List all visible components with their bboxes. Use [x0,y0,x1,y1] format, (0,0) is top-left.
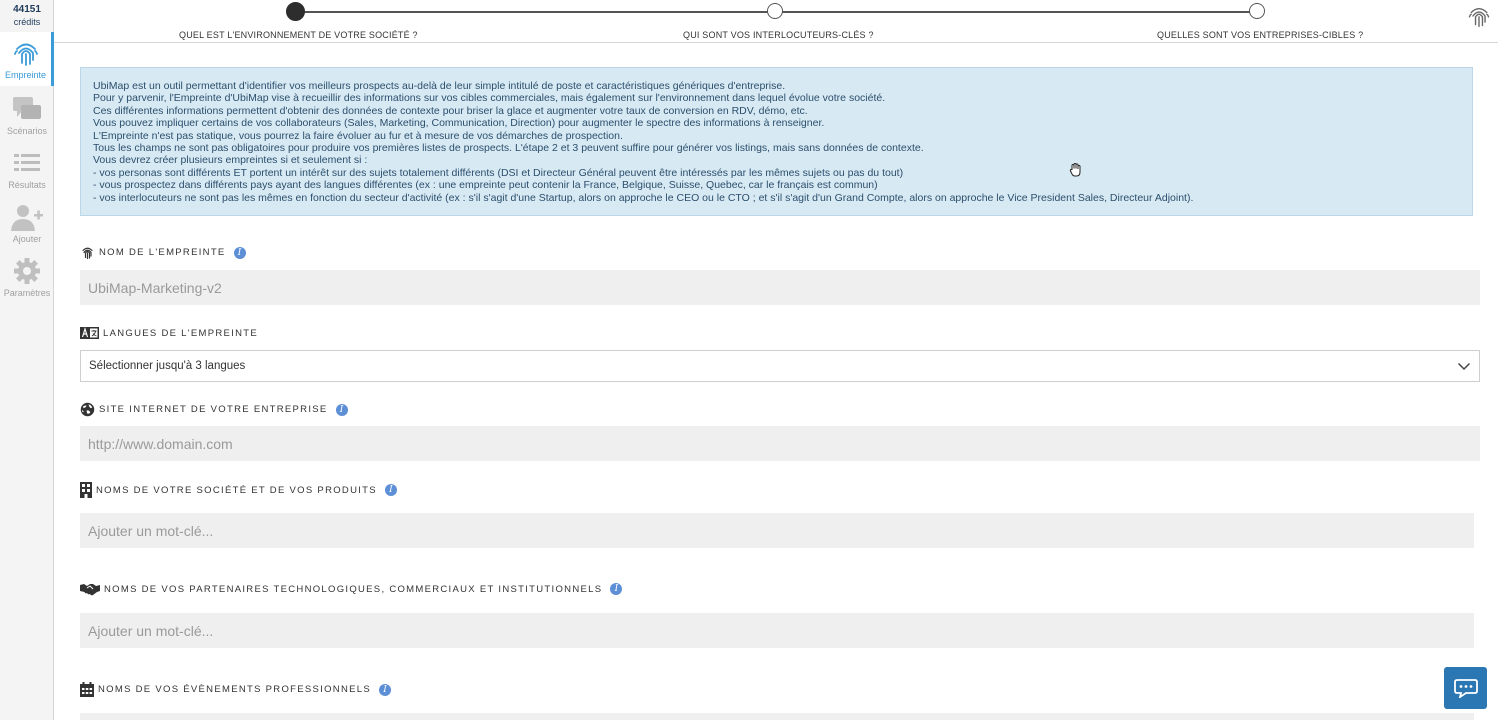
info-icon[interactable]: i [233,246,246,259]
fingerprint-icon [1468,7,1490,28]
chevron-down-icon [1457,362,1471,371]
step-2-label[interactable]: QUI SONT VOS INTERLOCUTEURS-CLÉS ? [683,30,874,40]
calendar-icon [80,682,94,697]
events-label: Noms de vos évènements professionnels i [80,682,391,697]
credits-label: crédits [13,17,41,27]
progress-steps: QUEL EST L'ENVIRONNEMENT DE VOTRE SOCIÉT… [54,0,1498,43]
sidebar-item-label: Ajouter [12,234,42,244]
partners-label-text: Noms de vos partenaires technologiques, … [104,583,603,595]
info-line: - vos personas sont différents ET porten… [93,166,904,179]
empreinte-name-value: UbiMap-Marketing-v2 [88,279,222,296]
fingerprint-icon [13,43,38,66]
company-keywords-input[interactable]: Ajouter un mot-clé... [80,513,1474,548]
sidebar: 44151 crédits Empreinte Scénarios Résult… [0,0,54,720]
info-icon[interactable]: i [378,683,391,696]
info-icon[interactable]: i [384,484,397,496]
handshake-icon [80,584,100,596]
add-user-icon [11,205,43,231]
sidebar-item-label: Empreinte [4,70,47,80]
company-label-text: Noms de votre société et de vos produits [96,484,377,496]
chat-icon [1453,679,1478,698]
info-line: UbiMap est un outil permettant d'identif… [93,80,786,92]
website-label: Site internet de votre entreprise i [80,402,348,417]
sidebar-item-resultats[interactable]: Résultats [0,142,54,196]
step-1-label[interactable]: QUEL EST L'ENVIRONNEMENT DE VOTRE SOCIÉT… [179,30,418,40]
info-box: UbiMap est un outil permettant d'identif… [80,67,1473,216]
sidebar-item-scenarios[interactable]: Scénarios [0,88,54,142]
sidebar-item-ajouter[interactable]: Ajouter [0,196,54,250]
website-placeholder: http://www.domain.com [88,435,233,452]
languages-label-text: Langues de l'empreinte [103,327,258,339]
website-input[interactable]: http://www.domain.com [80,426,1480,461]
info-line: - vos interlocuteurs ne sont pas les mêm… [93,191,1194,204]
info-icon[interactable]: i [610,583,623,595]
info-line: Vous devrez créer plusieurs empreintes s… [93,154,368,167]
sidebar-item-empreinte[interactable]: Empreinte [0,32,54,86]
step-2-indicator[interactable] [767,3,783,19]
credits-value: 44151 [13,4,41,15]
events-keywords-input[interactable] [80,713,1474,720]
step-3-label[interactable]: QUELLES SONT VOS ENTREPRISES-CIBLES ? [1157,30,1363,40]
credits-counter: 44151 crédits [0,4,54,28]
company-label: Noms de votre société et de vos produits… [80,482,397,498]
sidebar-item-label: Scénarios [6,126,48,136]
fingerprint-icon [82,247,93,260]
list-icon [14,154,40,171]
empreinte-name-label-text: Nom de l'empreinte [99,247,226,258]
info-icon[interactable]: i [335,403,348,416]
info-line: Pour y parvenir, l'Empreinte d'UbiMap vi… [93,92,886,105]
partners-keywords-input[interactable]: Ajouter un mot-clé... [80,613,1474,648]
step-1-indicator[interactable] [286,2,305,21]
chat-button[interactable] [1444,667,1487,709]
globe-icon [80,402,95,417]
events-label-text: Noms de vos évènements professionnels [98,684,371,695]
info-line: L'Empreinte n'est pas statique, vous pou… [93,129,623,142]
languages-select[interactable]: Sélectionner jusqu'à 3 langues [80,350,1480,382]
sidebar-item-label: Résultats [8,180,46,190]
company-keywords-placeholder: Ajouter un mot-clé... [88,522,214,539]
hand-cursor-icon [1069,162,1081,177]
sidebar-item-label: Paramètres [3,288,51,298]
info-line: Ces différentes informations permettent … [93,104,808,117]
gear-icon [14,258,40,284]
sidebar-item-parametres[interactable]: Paramètres [0,250,54,304]
info-line: Vous pouvez impliquer certains de vos co… [93,117,825,130]
info-line: - vous prospectez dans différents pays a… [93,179,878,192]
empreinte-name-input[interactable]: UbiMap-Marketing-v2 [80,270,1480,305]
partners-keywords-placeholder: Ajouter un mot-clé... [88,622,214,639]
info-line: Tous les champs ne sont pas obligatoires… [93,142,924,155]
building-icon [80,482,92,498]
website-label-text: Site internet de votre entreprise [99,404,328,415]
empreinte-name-label: Nom de l'empreinte i [80,245,246,260]
step-3-indicator[interactable] [1249,3,1265,19]
chat-bubbles-icon [13,97,41,119]
partners-label: Noms de vos partenaires technologiques, … [80,582,623,596]
languages-label: Langues de l'empreinte [80,327,258,339]
language-icon [80,327,99,339]
languages-select-value: Sélectionner jusqu'à 3 langues [89,360,246,372]
